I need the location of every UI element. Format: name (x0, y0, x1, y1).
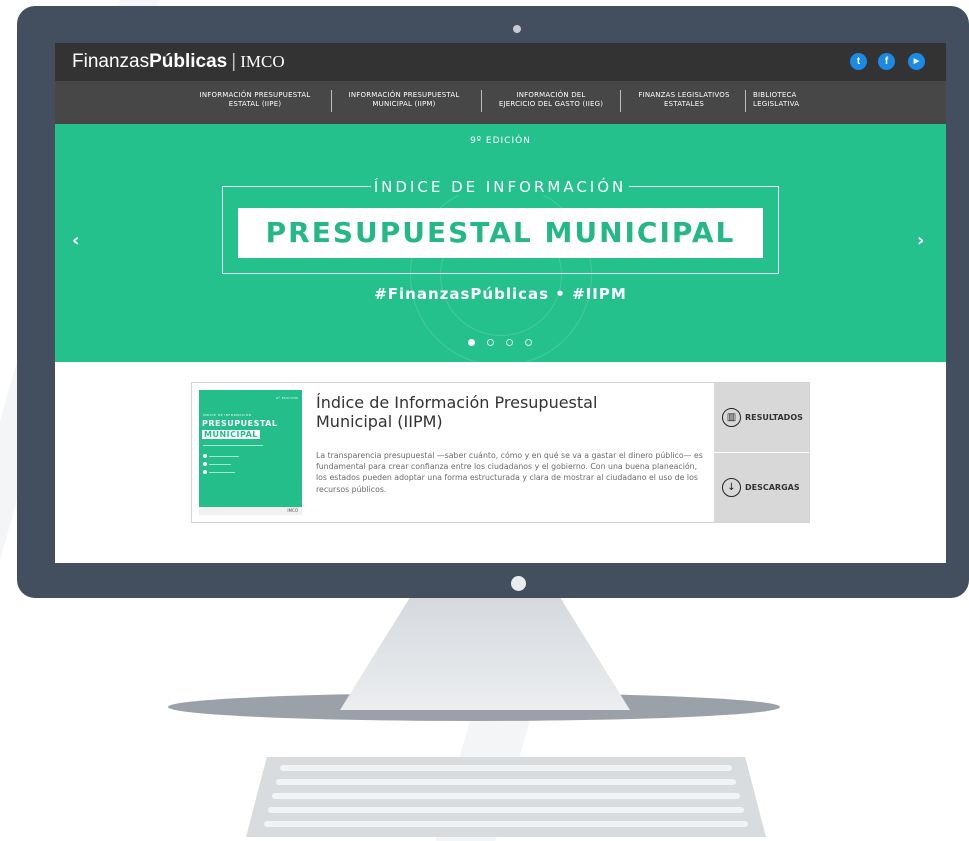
main-nav: INFORMACIÓN PRESUPUESTAL ESTATAL (IIPE) … (55, 81, 946, 124)
slider-dot[interactable] (506, 339, 513, 346)
results-button[interactable]: ▥ RESULTADOS (714, 383, 809, 452)
nav-item-label: INFORMACIÓN PRESUPUESTAL (348, 91, 460, 99)
cover-bullet (203, 462, 207, 466)
nav-item-label: FINANZAS LEGISLATIVOS (638, 91, 730, 99)
brand-part2: Públicas (149, 51, 228, 72)
keyboard-row (268, 807, 744, 813)
nav-item-label: INFORMACIÓN DEL (516, 91, 586, 99)
nav-item-label: INFORMACIÓN PRESUPUESTAL (199, 91, 311, 99)
nav-divider (481, 90, 482, 112)
cover-kicker: ÍNDICE DE INFORMACIÓN (203, 413, 252, 417)
results-button-label: RESULTADOS (745, 413, 803, 422)
hero-title: PRESUPUESTAL MUNICIPAL (265, 216, 736, 249)
camera-dot (513, 25, 521, 33)
keyboard-row (272, 793, 740, 799)
bar-chart-icon: ▥ (722, 408, 741, 427)
facebook-icon[interactable]: f (878, 53, 895, 70)
youtube-icon[interactable]: ▶ (908, 53, 925, 70)
monitor-stand (340, 598, 630, 710)
hero-kicker: ÍNDICE DE INFORMACIÓN (371, 179, 629, 195)
report-cover-image[interactable]: 9º EDICIÓN ÍNDICE DE INFORMACIÓN PRESUPU… (199, 390, 302, 515)
twitter-icon[interactable]: t (850, 53, 867, 70)
slider-prev-arrow[interactable]: ‹ (72, 230, 79, 251)
slider-next-arrow[interactable]: › (917, 230, 924, 251)
top-bar: FinanzasPúblicas | IMCO t f ▶ (55, 43, 946, 81)
cover-line (209, 464, 231, 465)
power-button (511, 576, 526, 591)
cover-line (209, 456, 239, 457)
download-icon: ↓ (722, 478, 741, 497)
nav-divider (620, 90, 621, 112)
nav-item-label: LEGISLATIVA (753, 100, 800, 108)
card-description: La transparencia presupuestal —saber cuá… (316, 451, 703, 494)
cover-line (209, 472, 235, 473)
cover-edition: 9º EDICIÓN (276, 396, 298, 400)
nav-item-label: ESTATAL (IIPE) (228, 100, 282, 108)
cover-title-line2: MUNICIPAL (202, 430, 260, 439)
nav-item-finanzas-legislativos[interactable]: FINANZAS LEGISLATIVOS ESTATALES (629, 91, 739, 109)
slider-dot[interactable] (525, 339, 532, 346)
keyboard (246, 757, 766, 837)
partner-logo: IMCO (240, 52, 285, 71)
nav-item-iieg[interactable]: INFORMACIÓN DEL EJERCICIO DEL GASTO (IIE… (483, 91, 619, 109)
hero-title-box: PRESUPUESTAL MUNICIPAL (238, 208, 763, 258)
hero-edition: 9º EDICIÓN (470, 136, 531, 146)
cover-line (203, 445, 263, 446)
iipm-card: 9º EDICIÓN ÍNDICE DE INFORMACIÓN PRESUPU… (191, 382, 810, 523)
slider-dot[interactable] (468, 339, 475, 346)
hero-hashtags: #FinanzasPúblicas • #IIPM (374, 285, 627, 303)
screen: FinanzasPúblicas | IMCO t f ▶ INFORMACIÓN … (55, 43, 946, 563)
keyboard-row (276, 779, 736, 785)
cover-title-line1: PRESUPUESTAL (202, 419, 278, 428)
downloads-button[interactable]: ↓ DESCARGAS (714, 453, 809, 522)
keyboard-row (280, 765, 732, 771)
brand-separator: | (231, 51, 237, 72)
nav-item-iipm[interactable]: INFORMACIÓN PRESUPUESTAL MUNICIPAL (IIPM… (344, 91, 464, 109)
cover-logo: IMCO (287, 508, 298, 513)
nav-divider (331, 90, 332, 112)
nav-divider (745, 90, 746, 112)
slider-dot[interactable] (487, 339, 494, 346)
nav-item-label: ESTATALES (664, 100, 704, 108)
nav-item-label: MUNICIPAL (IIPM) (372, 100, 436, 108)
nav-item-label: BIBLIOTECA (753, 91, 797, 99)
nav-item-biblioteca[interactable]: BIBLIOTECA LEGISLATIVA (753, 91, 803, 109)
nav-item-label: EJERCICIO DEL GASTO (IIEG) (498, 100, 604, 108)
cover-footer: IMCO (199, 507, 302, 515)
brand-part1: Finanzas (72, 51, 150, 72)
cover-bullet (203, 454, 207, 458)
site-logo[interactable]: FinanzasPúblicas | IMCO (72, 51, 285, 73)
downloads-button-label: DESCARGAS (745, 483, 800, 492)
nav-item-iipe[interactable]: INFORMACIÓN PRESUPUESTAL ESTATAL (IIPE) (195, 91, 315, 109)
keyboard-row (264, 821, 748, 827)
cover-bullet (203, 470, 207, 474)
hero-slider: 9º EDICIÓN ÍNDICE DE INFORMACIÓN PRESUPU… (55, 124, 946, 362)
card-title: Índice de Información Presupuestal Munic… (316, 393, 598, 431)
